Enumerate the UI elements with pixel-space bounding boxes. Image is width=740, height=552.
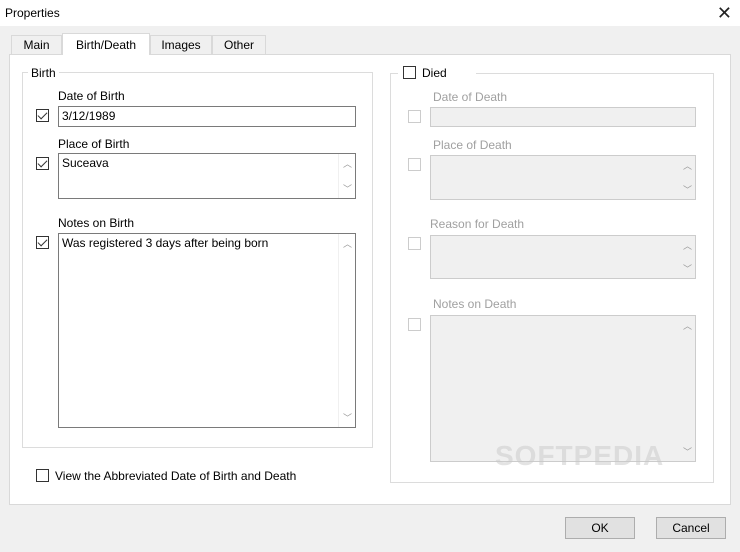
tab-main[interactable]: Main bbox=[11, 35, 62, 54]
scroll-up-icon[interactable]: ︿ bbox=[343, 237, 352, 250]
scrollbar[interactable]: ︿ ﹀ bbox=[678, 156, 695, 199]
date-of-death-checkbox[interactable] bbox=[408, 110, 421, 123]
place-of-birth-checkbox[interactable] bbox=[36, 157, 49, 170]
scroll-down-icon[interactable]: ﹀ bbox=[683, 445, 692, 458]
notes-on-birth-checkbox[interactable] bbox=[36, 236, 49, 249]
place-of-birth-label: Place of Birth bbox=[58, 137, 130, 151]
scroll-down-icon[interactable]: ﹀ bbox=[343, 411, 352, 424]
scroll-down-icon[interactable]: ﹀ bbox=[683, 262, 692, 275]
place-of-birth-value: Suceava bbox=[62, 156, 109, 170]
tab-images[interactable]: Images bbox=[150, 35, 212, 54]
watermark: SOFTPEDIA bbox=[495, 440, 665, 471]
scroll-up-icon[interactable]: ︿ bbox=[683, 159, 692, 172]
abbreviated-date-label[interactable]: View the Abbreviated Date of Birth and D… bbox=[55, 469, 296, 483]
cancel-button[interactable]: Cancel bbox=[656, 517, 726, 539]
reason-for-death-label: Reason for Death bbox=[430, 217, 525, 231]
date-of-birth-label: Date of Birth bbox=[58, 89, 125, 103]
window-title: Properties bbox=[5, 6, 60, 20]
notes-on-birth-textarea[interactable]: Was registered 3 days after being born ︿… bbox=[58, 233, 356, 428]
abbreviated-date-checkbox[interactable] bbox=[36, 469, 49, 482]
date-of-death-input[interactable] bbox=[430, 107, 696, 127]
scroll-up-icon[interactable]: ︿ bbox=[683, 239, 692, 252]
place-of-death-label: Place of Death bbox=[433, 138, 512, 152]
date-of-birth-input[interactable]: 3/12/1989 bbox=[58, 106, 356, 127]
tab-other[interactable]: Other bbox=[212, 35, 266, 54]
date-of-birth-checkbox[interactable] bbox=[36, 109, 49, 122]
place-of-death-textarea[interactable]: ︿ ﹀ bbox=[430, 155, 696, 200]
notes-on-death-checkbox[interactable] bbox=[408, 318, 421, 331]
scroll-down-icon[interactable]: ﹀ bbox=[683, 183, 692, 196]
notes-on-birth-label: Notes on Birth bbox=[58, 216, 135, 230]
scroll-up-icon[interactable]: ︿ bbox=[343, 157, 352, 170]
scrollbar[interactable]: ︿ ﹀ bbox=[338, 154, 355, 198]
scroll-down-icon[interactable]: ﹀ bbox=[343, 182, 352, 195]
reason-for-death-checkbox[interactable] bbox=[408, 237, 421, 250]
scroll-up-icon[interactable]: ︿ bbox=[683, 319, 692, 332]
notes-on-death-label: Notes on Death bbox=[433, 297, 517, 311]
scrollbar[interactable]: ︿ ﹀ bbox=[338, 234, 355, 427]
died-label[interactable]: Died bbox=[422, 66, 447, 80]
scrollbar[interactable]: ︿ ﹀ bbox=[678, 316, 695, 461]
date-of-death-label: Date of Death bbox=[433, 90, 508, 104]
place-of-death-checkbox[interactable] bbox=[408, 158, 421, 171]
notes-on-birth-value: Was registered 3 days after being born bbox=[62, 236, 269, 250]
title-bar: Properties ✕ bbox=[0, 0, 740, 26]
reason-for-death-textarea[interactable]: ︿ ﹀ bbox=[430, 235, 696, 279]
died-checkbox[interactable] bbox=[403, 66, 416, 79]
tab-birth-death[interactable]: Birth/Death bbox=[62, 33, 150, 55]
birth-group-label: Birth bbox=[28, 66, 59, 80]
place-of-birth-textarea[interactable]: Suceava ︿ ﹀ bbox=[58, 153, 356, 199]
close-icon[interactable]: ✕ bbox=[717, 3, 732, 24]
ok-button[interactable]: OK bbox=[565, 517, 635, 539]
scrollbar[interactable]: ︿ ﹀ bbox=[678, 236, 695, 278]
